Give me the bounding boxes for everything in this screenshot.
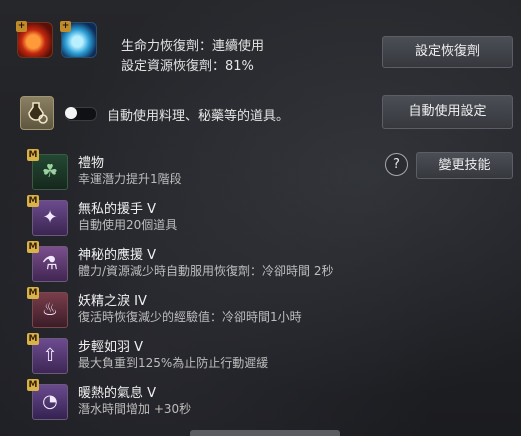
- skill-desc: 自動使用20個道具: [78, 218, 178, 232]
- skill-desc: 潛水時間增加 +30秒: [78, 402, 192, 416]
- skill-desc: 幸運潛力提升1階段: [78, 172, 182, 186]
- skill-item[interactable]: M ✦ 無私的援手 V 自動使用20個道具: [27, 195, 427, 239]
- plus-badge-icon: +: [16, 21, 27, 32]
- skill-desc: 體力/資源減少時自動服用恢復劑：冷卻時間 2秒: [78, 264, 334, 278]
- change-skill-button[interactable]: 變更技能: [416, 152, 513, 179]
- skill-name: 妖精之淚 IV: [78, 294, 147, 309]
- auto-use-settings-button[interactable]: 自動使用設定: [382, 95, 513, 129]
- auto-use-toggle-label: 自動使用料理、秘藥等的道具。: [107, 109, 290, 124]
- master-badge: M: [27, 195, 39, 207]
- potion-gear-icon: [20, 96, 54, 130]
- skill-name: 無私的援手 V: [78, 202, 157, 217]
- master-badge: M: [27, 379, 39, 391]
- skill-name: 步輕如羽 V: [78, 340, 144, 355]
- skill-item[interactable]: M ☘ 禮物 幸運潛力提升1階段: [27, 149, 427, 193]
- master-badge: M: [27, 287, 39, 299]
- skill-desc: 復活時恢復減少的經驗值：冷卻時間1小時: [78, 310, 302, 324]
- master-badge: M: [27, 149, 39, 161]
- auto-use-toggle[interactable]: [65, 107, 97, 121]
- master-badge: M: [27, 241, 39, 253]
- skill-name: 禮物: [78, 156, 105, 171]
- skill-item[interactable]: M ◔ 暖熱的氣息 V 潛水時間增加 +30秒: [27, 379, 427, 423]
- health-recovery-setting: 生命力恢復劑：連續使用: [121, 39, 265, 54]
- skill-name: 神秘的應援 V: [78, 248, 157, 263]
- plus-badge-icon: +: [60, 21, 71, 32]
- red-potion-icon[interactable]: +: [16, 21, 53, 58]
- blue-potion-icon[interactable]: +: [60, 21, 97, 58]
- toggle-knob: [65, 107, 77, 119]
- resource-recovery-setting: 設定資源恢復劑：81%: [121, 59, 254, 74]
- skill-name: 暖熱的氣息 V: [78, 386, 157, 401]
- skill-item[interactable]: M ⇧ 步輕如羽 V 最大負重到125%為止防止行動遲緩: [27, 333, 427, 377]
- skill-desc: 最大負重到125%為止防止行動遲緩: [78, 356, 269, 370]
- skill-item[interactable]: M ⚗ 神秘的應援 V 體力/資源減少時自動服用恢復劑：冷卻時間 2秒: [27, 241, 427, 285]
- set-recovery-button[interactable]: 設定恢復劑: [382, 36, 513, 68]
- skill-item[interactable]: M ♨ 妖精之淚 IV 復活時恢復減少的經驗值：冷卻時間1小時: [27, 287, 427, 331]
- bottom-tab-edge: [190, 430, 340, 436]
- master-badge: M: [27, 333, 39, 345]
